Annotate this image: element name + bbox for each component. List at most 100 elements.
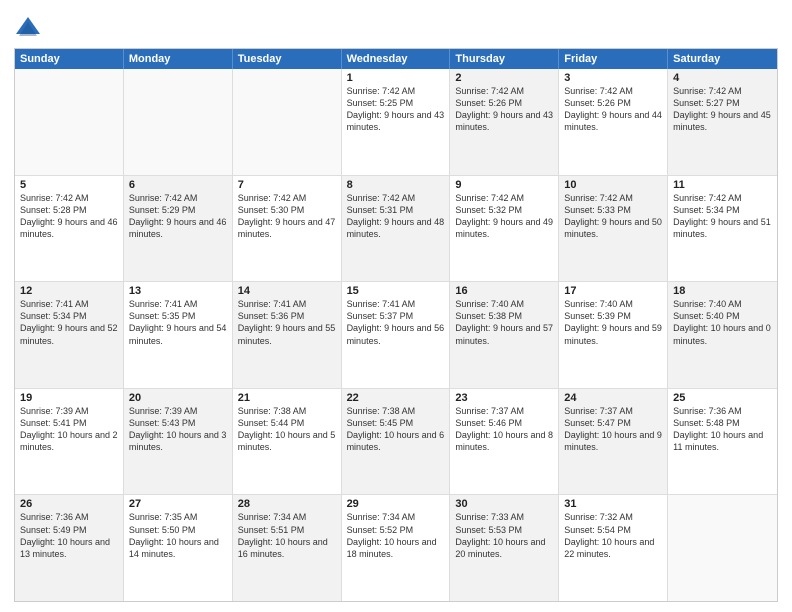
cell-info: Sunrise: 7:41 AM Sunset: 5:36 PM Dayligh… [238,298,336,347]
calendar: SundayMondayTuesdayWednesdayThursdayFrid… [14,48,778,602]
cell-info: Sunrise: 7:33 AM Sunset: 5:53 PM Dayligh… [455,511,553,560]
day-number: 29 [347,498,445,510]
header-day-sunday: Sunday [15,49,124,69]
cell-info: Sunrise: 7:42 AM Sunset: 5:26 PM Dayligh… [564,85,662,134]
day-number: 30 [455,498,553,510]
calendar-cell: 30Sunrise: 7:33 AM Sunset: 5:53 PM Dayli… [450,495,559,601]
calendar-cell [668,495,777,601]
calendar-row-1: 5Sunrise: 7:42 AM Sunset: 5:28 PM Daylig… [15,176,777,283]
cell-info: Sunrise: 7:41 AM Sunset: 5:37 PM Dayligh… [347,298,445,347]
cell-info: Sunrise: 7:38 AM Sunset: 5:44 PM Dayligh… [238,405,336,454]
calendar-cell: 27Sunrise: 7:35 AM Sunset: 5:50 PM Dayli… [124,495,233,601]
header-day-friday: Friday [559,49,668,69]
calendar-cell [124,69,233,175]
calendar-row-4: 26Sunrise: 7:36 AM Sunset: 5:49 PM Dayli… [15,495,777,601]
calendar-cell: 31Sunrise: 7:32 AM Sunset: 5:54 PM Dayli… [559,495,668,601]
calendar-cell: 19Sunrise: 7:39 AM Sunset: 5:41 PM Dayli… [15,389,124,495]
day-number: 2 [455,72,553,84]
day-number: 31 [564,498,662,510]
calendar-cell: 18Sunrise: 7:40 AM Sunset: 5:40 PM Dayli… [668,282,777,388]
calendar-row-3: 19Sunrise: 7:39 AM Sunset: 5:41 PM Dayli… [15,389,777,496]
cell-info: Sunrise: 7:40 AM Sunset: 5:40 PM Dayligh… [673,298,772,347]
cell-info: Sunrise: 7:42 AM Sunset: 5:33 PM Dayligh… [564,192,662,241]
calendar-row-2: 12Sunrise: 7:41 AM Sunset: 5:34 PM Dayli… [15,282,777,389]
calendar-cell: 11Sunrise: 7:42 AM Sunset: 5:34 PM Dayli… [668,176,777,282]
cell-info: Sunrise: 7:34 AM Sunset: 5:52 PM Dayligh… [347,511,445,560]
calendar-cell: 14Sunrise: 7:41 AM Sunset: 5:36 PM Dayli… [233,282,342,388]
day-number: 12 [20,285,118,297]
calendar-body: 1Sunrise: 7:42 AM Sunset: 5:25 PM Daylig… [15,69,777,601]
header-day-saturday: Saturday [668,49,777,69]
day-number: 8 [347,179,445,191]
cell-info: Sunrise: 7:40 AM Sunset: 5:38 PM Dayligh… [455,298,553,347]
header-day-monday: Monday [124,49,233,69]
cell-info: Sunrise: 7:36 AM Sunset: 5:49 PM Dayligh… [20,511,118,560]
logo-icon [14,14,42,42]
calendar-cell: 8Sunrise: 7:42 AM Sunset: 5:31 PM Daylig… [342,176,451,282]
day-number: 4 [673,72,772,84]
cell-info: Sunrise: 7:42 AM Sunset: 5:29 PM Dayligh… [129,192,227,241]
day-number: 20 [129,392,227,404]
day-number: 9 [455,179,553,191]
calendar-cell: 20Sunrise: 7:39 AM Sunset: 5:43 PM Dayli… [124,389,233,495]
day-number: 23 [455,392,553,404]
cell-info: Sunrise: 7:42 AM Sunset: 5:32 PM Dayligh… [455,192,553,241]
day-number: 27 [129,498,227,510]
day-number: 28 [238,498,336,510]
cell-info: Sunrise: 7:42 AM Sunset: 5:30 PM Dayligh… [238,192,336,241]
calendar-cell: 25Sunrise: 7:36 AM Sunset: 5:48 PM Dayli… [668,389,777,495]
day-number: 13 [129,285,227,297]
header-day-thursday: Thursday [450,49,559,69]
day-number: 7 [238,179,336,191]
calendar-cell: 10Sunrise: 7:42 AM Sunset: 5:33 PM Dayli… [559,176,668,282]
calendar-cell: 7Sunrise: 7:42 AM Sunset: 5:30 PM Daylig… [233,176,342,282]
calendar-cell: 22Sunrise: 7:38 AM Sunset: 5:45 PM Dayli… [342,389,451,495]
day-number: 15 [347,285,445,297]
page: SundayMondayTuesdayWednesdayThursdayFrid… [0,0,792,612]
calendar-cell: 6Sunrise: 7:42 AM Sunset: 5:29 PM Daylig… [124,176,233,282]
cell-info: Sunrise: 7:37 AM Sunset: 5:46 PM Dayligh… [455,405,553,454]
calendar-cell: 17Sunrise: 7:40 AM Sunset: 5:39 PM Dayli… [559,282,668,388]
day-number: 10 [564,179,662,191]
cell-info: Sunrise: 7:35 AM Sunset: 5:50 PM Dayligh… [129,511,227,560]
calendar-cell: 23Sunrise: 7:37 AM Sunset: 5:46 PM Dayli… [450,389,559,495]
day-number: 6 [129,179,227,191]
calendar-cell: 12Sunrise: 7:41 AM Sunset: 5:34 PM Dayli… [15,282,124,388]
cell-info: Sunrise: 7:42 AM Sunset: 5:26 PM Dayligh… [455,85,553,134]
calendar-cell: 29Sunrise: 7:34 AM Sunset: 5:52 PM Dayli… [342,495,451,601]
day-number: 25 [673,392,772,404]
day-number: 1 [347,72,445,84]
calendar-cell: 24Sunrise: 7:37 AM Sunset: 5:47 PM Dayli… [559,389,668,495]
calendar-header: SundayMondayTuesdayWednesdayThursdayFrid… [15,49,777,69]
day-number: 18 [673,285,772,297]
cell-info: Sunrise: 7:42 AM Sunset: 5:34 PM Dayligh… [673,192,772,241]
cell-info: Sunrise: 7:42 AM Sunset: 5:28 PM Dayligh… [20,192,118,241]
day-number: 17 [564,285,662,297]
calendar-cell: 9Sunrise: 7:42 AM Sunset: 5:32 PM Daylig… [450,176,559,282]
cell-info: Sunrise: 7:42 AM Sunset: 5:27 PM Dayligh… [673,85,772,134]
calendar-cell: 4Sunrise: 7:42 AM Sunset: 5:27 PM Daylig… [668,69,777,175]
day-number: 14 [238,285,336,297]
calendar-cell: 15Sunrise: 7:41 AM Sunset: 5:37 PM Dayli… [342,282,451,388]
day-number: 19 [20,392,118,404]
calendar-cell [233,69,342,175]
cell-info: Sunrise: 7:42 AM Sunset: 5:25 PM Dayligh… [347,85,445,134]
calendar-cell: 21Sunrise: 7:38 AM Sunset: 5:44 PM Dayli… [233,389,342,495]
calendar-cell: 26Sunrise: 7:36 AM Sunset: 5:49 PM Dayli… [15,495,124,601]
day-number: 5 [20,179,118,191]
day-number: 3 [564,72,662,84]
calendar-cell: 5Sunrise: 7:42 AM Sunset: 5:28 PM Daylig… [15,176,124,282]
calendar-row-0: 1Sunrise: 7:42 AM Sunset: 5:25 PM Daylig… [15,69,777,176]
cell-info: Sunrise: 7:39 AM Sunset: 5:41 PM Dayligh… [20,405,118,454]
cell-info: Sunrise: 7:38 AM Sunset: 5:45 PM Dayligh… [347,405,445,454]
day-number: 16 [455,285,553,297]
cell-info: Sunrise: 7:42 AM Sunset: 5:31 PM Dayligh… [347,192,445,241]
calendar-cell [15,69,124,175]
cell-info: Sunrise: 7:34 AM Sunset: 5:51 PM Dayligh… [238,511,336,560]
calendar-cell: 1Sunrise: 7:42 AM Sunset: 5:25 PM Daylig… [342,69,451,175]
day-number: 22 [347,392,445,404]
cell-info: Sunrise: 7:36 AM Sunset: 5:48 PM Dayligh… [673,405,772,454]
cell-info: Sunrise: 7:37 AM Sunset: 5:47 PM Dayligh… [564,405,662,454]
calendar-cell: 28Sunrise: 7:34 AM Sunset: 5:51 PM Dayli… [233,495,342,601]
calendar-cell: 2Sunrise: 7:42 AM Sunset: 5:26 PM Daylig… [450,69,559,175]
